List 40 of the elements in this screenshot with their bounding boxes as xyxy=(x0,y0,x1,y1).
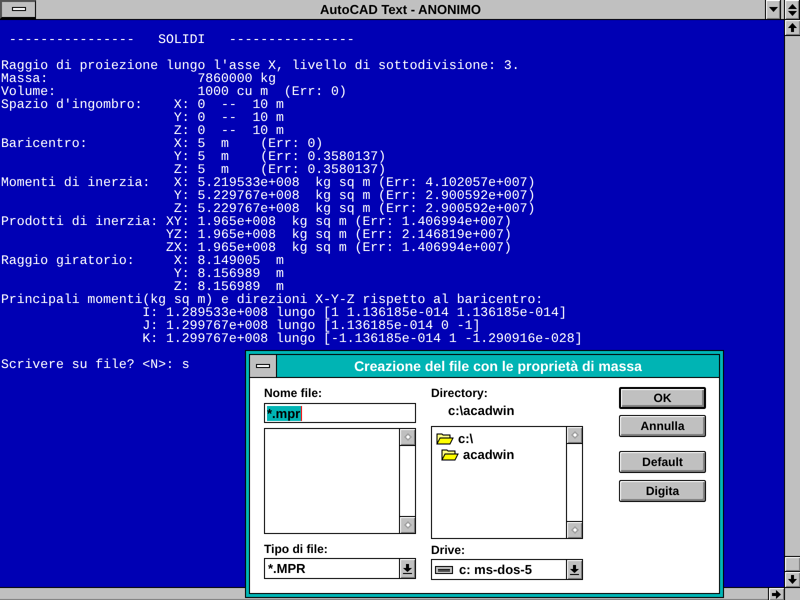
field-label: Nome file: xyxy=(264,386,324,401)
window-title: AutoCAD Text - ANONIMO xyxy=(318,1,482,19)
console-line: Baricentro: X: 5 m (Err: 0) xyxy=(1,137,324,150)
console-line: Y: 5 m (Err: 0.3580137) xyxy=(172,150,386,163)
console-line: I: 1.289533e+008 lungo [1 1.136185e-014 1.136185e-014] xyxy=(142,306,567,319)
console-line: Momenti di inerzia: X: 5.219533e+008 kg sq m (Err: 4.102057e+007) xyxy=(1,176,536,189)
field-label: Directory: xyxy=(431,386,489,401)
dropdown[interactable]: c: ms-dos-5 xyxy=(431,559,583,580)
console-line: Spazio d'ingombro: X: 0 -- 10 m xyxy=(1,98,284,111)
dropdown[interactable]: *.MPR xyxy=(264,558,416,579)
field-label: Tipo di file: xyxy=(264,542,329,557)
directory-item[interactable]: c:\ xyxy=(436,430,562,446)
dialog-button[interactable]: OK xyxy=(619,387,706,409)
console-line: Volume: 1000 cu m (Err: 0) xyxy=(1,85,347,98)
field-label: Drive: xyxy=(431,543,466,558)
directory-list[interactable]: c:\ acadwin xyxy=(431,426,583,539)
console-line: K: 1.299767e+008 lungo [-1.136185e-014 1 -1.290916e-028] xyxy=(141,332,582,345)
console-line: Y: 0 -- 10 m xyxy=(172,111,284,124)
directory-path: c:\acadwin xyxy=(448,404,516,418)
console-line: Z: 0 -- 10 m xyxy=(172,124,284,137)
console-line: Z: 5 m (Err: 0.3580137) xyxy=(172,163,386,176)
console-line: YZ: 1.965e+008 kg sq m (Err: 2.146819e+007) xyxy=(165,228,512,241)
input-field[interactable]: *.mpr xyxy=(264,403,416,423)
console-line: Z: 8.156989 m xyxy=(172,280,284,293)
console-header: ---------------- SOLIDI ---------------- xyxy=(8,33,355,46)
console-line: ZX: 1.965e+008 kg sq m (Err: 1.406994e+007) xyxy=(165,241,512,254)
console-line: Z: 5.229767e+008 kg sq m (Err: 2.900592e+007) xyxy=(172,202,536,215)
dialog-button[interactable]: Default xyxy=(619,451,706,473)
directory-item[interactable]: acadwin xyxy=(441,446,562,462)
console-prompt: Scrivere su file? <N>: s xyxy=(1,358,190,371)
console-line: Prodotti di inerzia: XY: 1.965e+008 kg sq m (Err: 1.406994e+007) xyxy=(1,215,512,228)
console-line: Principali momenti(kg sq m) e direzioni X-Y-Z rispetto al baricentro: xyxy=(1,293,544,306)
console-line: Raggio giratorio: X: 8.149005 m xyxy=(1,254,284,267)
console-line: Raggio di proiezione lungo l'asse X, livello di sottodivisione: 3. xyxy=(1,59,520,72)
console-line: J: 1.299767e+008 lungo [1.136185e-014 0 -1] xyxy=(141,319,480,332)
dialog-button[interactable]: Annulla xyxy=(619,415,706,437)
console-line: Massa: 7860000 kg xyxy=(1,72,276,85)
console-line: Y: 5.229767e+008 kg sq m (Err: 2.900592e+007) xyxy=(172,189,536,202)
console-line: Y: 8.156989 m xyxy=(172,267,284,280)
dialog-button[interactable]: Digita xyxy=(619,480,706,502)
